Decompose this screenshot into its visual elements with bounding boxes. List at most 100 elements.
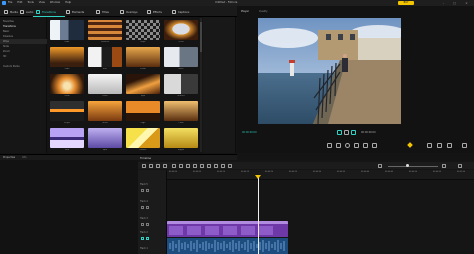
play-icon[interactable]: [345, 143, 350, 148]
eye-icon[interactable]: [146, 189, 149, 192]
lock-icon[interactable]: [141, 206, 144, 209]
sidebar-item-basic[interactable]: Basic: [3, 30, 9, 34]
zoom-out-icon[interactable]: [378, 163, 382, 168]
sidebar-item-custom-packs[interactable]: Custom Packs: [3, 65, 20, 69]
menu-edit[interactable]: Edit: [17, 1, 22, 4]
mark-out-icon[interactable]: [344, 130, 349, 135]
transition-thumb[interactable]: [88, 20, 122, 40]
transition-thumb[interactable]: [88, 101, 122, 121]
tab-titles[interactable]: Titles: [96, 8, 109, 16]
grid-scrollbar[interactable]: [200, 18, 202, 152]
tab-media[interactable]: Media: [4, 8, 18, 16]
tab-overlays[interactable]: Overlays: [120, 8, 137, 16]
skip-back-icon[interactable]: [327, 143, 332, 148]
menu-window[interactable]: Window: [50, 1, 60, 4]
sidebar-item-slide[interactable]: Slide: [3, 45, 9, 49]
menu-view[interactable]: View: [39, 1, 45, 4]
menu-file[interactable]: File: [8, 1, 12, 4]
crop-icon[interactable]: [172, 163, 176, 168]
tab-effects[interactable]: Effects: [147, 8, 162, 16]
color-icon[interactable]: [186, 163, 190, 168]
zoom-slider[interactable]: [388, 165, 438, 167]
display-icon[interactable]: [437, 143, 442, 148]
sidebar-item-wipe[interactable]: Wipe: [3, 40, 9, 44]
sidebar-item-dissolve[interactable]: Dissolve: [3, 35, 13, 39]
transition-thumb[interactable]: [50, 74, 84, 94]
playhead[interactable]: [258, 175, 259, 254]
timeline-tab[interactable]: Timeline: [140, 157, 151, 160]
stabilize-icon[interactable]: [221, 163, 225, 168]
minimize-icon[interactable]: –: [440, 1, 447, 5]
zoom-in-icon[interactable]: [442, 163, 446, 168]
player-label[interactable]: Player: [241, 10, 249, 13]
buy-button[interactable]: BUY: [398, 1, 414, 5]
transition-thumb[interactable]: [50, 47, 84, 67]
ruler-tick: 00:00:40: [361, 171, 370, 173]
eye-icon[interactable]: [146, 206, 149, 209]
eye-icon[interactable]: [146, 223, 149, 226]
step-forward-icon[interactable]: [363, 143, 368, 148]
transition-thumb[interactable]: [126, 20, 160, 40]
undo-icon[interactable]: [142, 163, 146, 168]
tab-transitions[interactable]: Transitions: [36, 8, 56, 16]
redo-icon[interactable]: [149, 163, 153, 168]
zoom-slider-handle[interactable]: [406, 164, 409, 167]
transition-thumb[interactable]: [164, 101, 198, 121]
transition-thumb[interactable]: [88, 47, 122, 67]
video-clip[interactable]: [167, 221, 288, 237]
transition-thumb[interactable]: [88, 128, 122, 148]
sidebar-item-zoom[interactable]: Zoom: [3, 50, 10, 54]
render-marker[interactable]: [407, 142, 413, 148]
skip-forward-icon[interactable]: [372, 143, 377, 148]
split-icon[interactable]: [163, 163, 167, 168]
mic-icon[interactable]: [228, 163, 232, 168]
eye-icon[interactable]: [146, 237, 149, 240]
step-back-icon[interactable]: [336, 143, 341, 148]
properties-tab[interactable]: Properties: [3, 156, 15, 159]
sidebar-item-favorites[interactable]: Favorites: [3, 20, 14, 24]
sidebar-item-3d[interactable]: 3D: [3, 55, 6, 59]
quality-selector[interactable]: Quality: [259, 10, 268, 13]
transition-thumb[interactable]: [164, 20, 198, 40]
info-tab[interactable]: Info: [22, 156, 27, 159]
mark-in-icon[interactable]: [337, 130, 342, 135]
transition-thumb[interactable]: [88, 74, 122, 94]
settings-icon[interactable]: [462, 143, 467, 148]
fit-timeline-icon[interactable]: [458, 163, 462, 168]
text-icon[interactable]: [200, 163, 204, 168]
keyframe-icon[interactable]: [214, 163, 218, 168]
sidebar-item-transitions[interactable]: Transitions: [3, 25, 16, 29]
transition-thumb[interactable]: [126, 47, 160, 67]
audio-icon[interactable]: [193, 163, 197, 168]
lock-icon[interactable]: [141, 223, 144, 226]
timeline-ruler[interactable]: 00:00:00 00:00:05 00:00:10 00:00:15 00:0…: [167, 170, 474, 180]
transition-thumb[interactable]: [164, 128, 198, 148]
transition-thumb[interactable]: [164, 74, 198, 94]
tab-captions[interactable]: Captions: [172, 8, 189, 16]
lock-icon[interactable]: [141, 189, 144, 192]
menu-tools[interactable]: Tools: [27, 1, 33, 4]
tab-elements[interactable]: Elements: [66, 8, 84, 16]
speed-icon[interactable]: [179, 163, 183, 168]
tab-audio[interactable]: Audio: [20, 8, 33, 16]
transition-thumb[interactable]: [126, 101, 160, 121]
menu-help[interactable]: Help: [65, 1, 71, 4]
maximize-icon[interactable]: □: [451, 1, 458, 5]
transition-thumb[interactable]: [50, 20, 84, 40]
fullscreen-icon[interactable]: [447, 143, 452, 148]
transition-thumb[interactable]: [126, 128, 160, 148]
transition-thumb[interactable]: [50, 101, 84, 121]
volume-icon[interactable]: [427, 143, 432, 148]
delete-icon[interactable]: [156, 163, 160, 168]
transition-thumb[interactable]: [50, 128, 84, 148]
audio-clip[interactable]: [167, 238, 288, 254]
transition-thumb[interactable]: [126, 74, 160, 94]
snapshot-icon[interactable]: [351, 130, 356, 135]
scrollbar-thumb[interactable]: [200, 22, 202, 52]
mask-icon[interactable]: [207, 163, 211, 168]
video-preview[interactable]: [258, 18, 401, 124]
stop-icon[interactable]: [354, 143, 359, 148]
lock-icon[interactable]: [141, 237, 144, 240]
transition-thumb[interactable]: [164, 47, 198, 67]
close-icon[interactable]: ×: [463, 1, 470, 5]
